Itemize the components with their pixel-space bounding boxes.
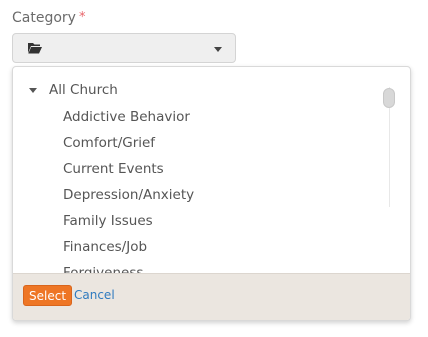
picker-footer: Select Cancel <box>13 273 410 320</box>
tree-item[interactable]: Current Events <box>63 156 194 182</box>
category-label-text: Category <box>12 10 76 26</box>
tree-children-list: Addictive Behavior Comfort/Grief Current… <box>63 104 194 275</box>
tree-item[interactable]: Addictive Behavior <box>63 104 194 130</box>
expand-caret-icon[interactable] <box>29 87 37 93</box>
tree-viewport[interactable]: All Church Addictive Behavior Comfort/Gr… <box>13 67 410 275</box>
category-picker-toggle[interactable] <box>12 33 236 63</box>
cancel-link[interactable]: Cancel <box>74 285 115 306</box>
select-button[interactable]: Select <box>23 285 73 306</box>
folder-open-icon <box>28 43 42 54</box>
required-marker: * <box>78 10 86 25</box>
tree-item[interactable]: Family Issues <box>63 208 194 234</box>
category-label: Category * <box>12 9 85 27</box>
tree-root-item[interactable]: All Church <box>13 80 118 100</box>
category-picker-panel: All Church Addictive Behavior Comfort/Gr… <box>12 66 411 321</box>
tree-item[interactable]: Comfort/Grief <box>63 130 194 156</box>
tree-item[interactable]: Depression/Anxiety <box>63 182 194 208</box>
tree-root-label[interactable]: All Church <box>49 82 118 98</box>
tree-item[interactable]: Finances/Job <box>63 234 194 260</box>
scrollbar-thumb[interactable] <box>383 88 395 108</box>
caret-down-icon <box>214 47 222 52</box>
